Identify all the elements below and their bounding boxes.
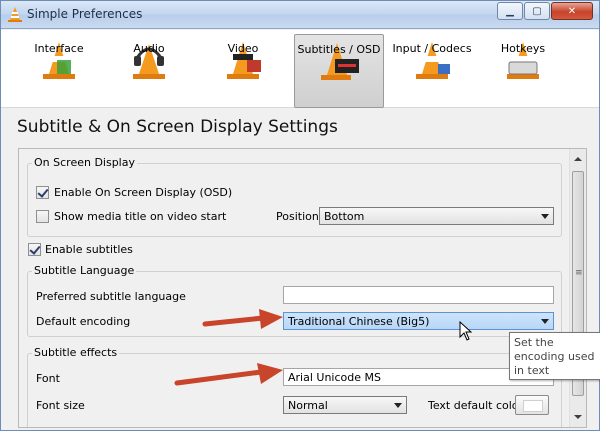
subtitle-effects-title: Subtitle effects xyxy=(32,346,120,359)
position-label: Position xyxy=(276,210,319,223)
subtitle-effects-group xyxy=(27,353,562,427)
scroll-down-icon[interactable] xyxy=(574,415,582,419)
enable-osd-label: Enable On Screen Display (OSD) xyxy=(54,186,233,199)
osd-group-title: On Screen Display xyxy=(32,156,137,169)
osd-group xyxy=(27,163,562,237)
chevron-down-icon xyxy=(541,214,549,219)
chevron-down-icon xyxy=(541,319,549,324)
vlc-cone-icon xyxy=(8,7,22,22)
maximize-icon: ▢ xyxy=(532,5,542,17)
tab-subtitles-osd[interactable]: Subtitles / OSD xyxy=(294,34,384,108)
encoding-value: Traditional Chinese (Big5) xyxy=(288,315,430,328)
subtitle-language-title: Subtitle Language xyxy=(32,264,137,277)
tab-video-label: Video xyxy=(227,42,259,55)
show-title-label: Show media title on video start xyxy=(54,210,227,223)
encoding-tooltip: Set the encoding used in text subtitles xyxy=(509,332,600,380)
category-toolbar: Interface Audio Video Subtitles / OSD In… xyxy=(1,30,599,108)
enable-subtitles-checkbox[interactable] xyxy=(28,243,41,256)
tab-input-codecs[interactable]: Input / Codecs xyxy=(392,38,472,104)
tab-audio[interactable]: Audio xyxy=(119,38,179,104)
position-select[interactable]: Bottom xyxy=(319,207,554,225)
annotation-arrow-encoding xyxy=(202,309,283,329)
default-encoding-select[interactable]: Traditional Chinese (Big5) xyxy=(283,312,554,330)
font-size-select[interactable]: Normal xyxy=(283,396,407,414)
chevron-down-icon xyxy=(394,403,402,408)
text-color-label: Text default color xyxy=(428,399,524,412)
maximize-button[interactable]: ▢ xyxy=(524,2,550,20)
settings-panel: On Screen Display Enable On Screen Displ… xyxy=(18,148,587,428)
tab-hotkeys[interactable]: Hotkeys xyxy=(493,38,553,104)
font-label: Font xyxy=(36,372,60,385)
close-icon: ✕ xyxy=(567,5,577,17)
show-title-checkbox[interactable] xyxy=(36,210,49,223)
minimize-button[interactable]: ▁ xyxy=(497,2,523,20)
scroll-up-icon[interactable] xyxy=(574,157,582,161)
font-size-value: Normal xyxy=(288,399,328,412)
enable-subtitles-label: Enable subtitles xyxy=(45,243,133,256)
preferred-language-input[interactable] xyxy=(283,286,554,304)
tab-hotkeys-label: Hotkeys xyxy=(500,42,546,55)
mouse-cursor-icon xyxy=(459,321,473,341)
minimize-icon: ▁ xyxy=(506,5,514,17)
vertical-scrollbar[interactable] xyxy=(569,149,586,427)
window-title: Simple Preferences xyxy=(27,7,143,21)
default-encoding-label: Default encoding xyxy=(36,315,131,328)
tab-interface[interactable]: Interface xyxy=(23,38,95,104)
annotation-arrow-font xyxy=(174,363,283,386)
tab-subtitles-label: Subtitles / OSD xyxy=(297,43,381,56)
position-value: Bottom xyxy=(324,210,365,223)
tab-audio-label: Audio xyxy=(133,42,165,55)
tab-interface-label: Interface xyxy=(34,42,84,55)
preferences-window: Simple Preferences ▁ ▢ ✕ Interface Audio… xyxy=(0,0,600,431)
enable-osd-checkbox[interactable] xyxy=(36,186,49,199)
window-controls: ▁ ▢ ✕ xyxy=(496,2,593,20)
tab-input-codecs-label: Input / Codecs xyxy=(392,42,472,55)
tab-video[interactable]: Video xyxy=(213,38,273,104)
page-title: Subtitle & On Screen Display Settings xyxy=(17,117,338,137)
title-bar: Simple Preferences ▁ ▢ ✕ xyxy=(1,1,599,29)
preferred-language-label: Preferred subtitle language xyxy=(36,290,186,303)
font-size-label: Font size xyxy=(36,399,85,412)
text-color-button[interactable] xyxy=(515,395,549,415)
close-button[interactable]: ✕ xyxy=(551,2,593,20)
